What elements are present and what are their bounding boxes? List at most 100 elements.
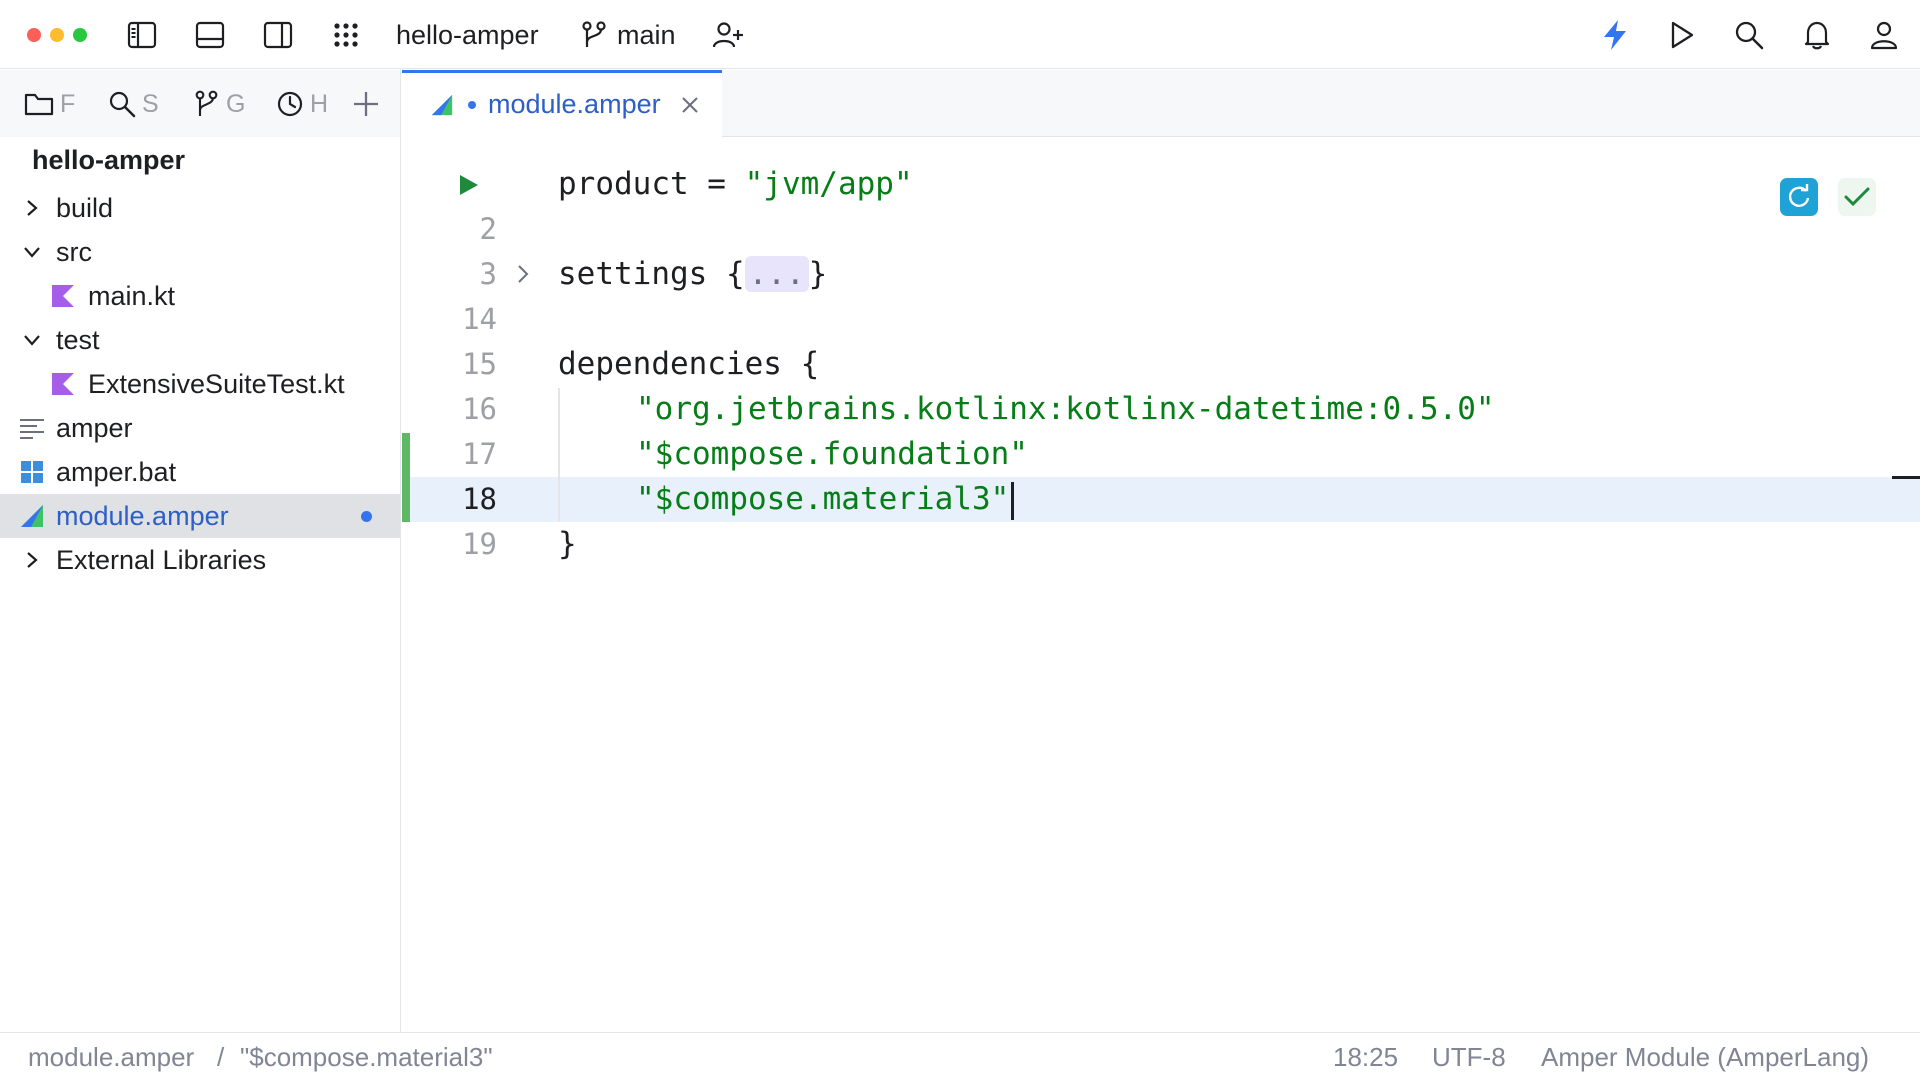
tree-item-label: External Libraries — [56, 544, 267, 575]
modified-dot-icon — [361, 511, 372, 522]
code-text: settings { — [558, 256, 745, 292]
code-line-18: "$compose.material3" — [636, 477, 1015, 521]
tree-item-amper[interactable]: amper — [0, 406, 400, 450]
code-text: } — [558, 526, 577, 562]
editor-tab-bar: module.amper — [402, 70, 1920, 138]
sidebar-tab-history-label: H — [310, 89, 329, 118]
breadcrumb-separator: / — [217, 1042, 225, 1072]
windows-icon — [19, 459, 45, 485]
scrollbar-marker — [1892, 476, 1920, 479]
clock-icon — [277, 91, 303, 117]
kotlin-file-icon — [50, 371, 76, 397]
breadcrumb-path[interactable]: "$compose.material3" — [240, 1041, 493, 1073]
git-branch-icon — [195, 90, 218, 116]
file-encoding[interactable]: UTF-8 — [1432, 1041, 1506, 1073]
code-string: "$compose.foundation" — [636, 436, 1028, 472]
tree-item-module-amper[interactable]: module.amper — [0, 494, 400, 538]
code-text: product = — [558, 166, 745, 202]
amper-icon — [430, 93, 454, 122]
minimize-window-button[interactable] — [50, 28, 64, 42]
right-panel-toggle-icon[interactable] — [258, 15, 298, 55]
chevron-right-icon[interactable] — [20, 196, 44, 220]
tab-module-amper[interactable]: module.amper — [402, 70, 722, 138]
notifications-bell-icon[interactable] — [1797, 15, 1837, 55]
current-line-highlight — [402, 477, 1920, 522]
reload-project-icon[interactable] — [1780, 178, 1818, 216]
modified-dot-icon — [468, 101, 476, 109]
run-icon[interactable] — [1662, 15, 1702, 55]
close-tab-icon[interactable] — [680, 95, 700, 120]
caret-position[interactable]: 18:25 — [1333, 1041, 1398, 1073]
project-name-button[interactable]: hello-amper — [396, 18, 539, 52]
main-menu-grid-icon[interactable] — [326, 15, 366, 55]
tree-item-build[interactable]: build — [0, 186, 400, 230]
sidebar-tabs: F S G H — [0, 70, 400, 137]
chevron-down-icon[interactable] — [20, 328, 44, 352]
tree-item-extensive-suite-test[interactable]: ExtensiveSuiteTest.kt — [0, 362, 400, 406]
fold-chevron-icon[interactable] — [516, 264, 530, 289]
kotlin-file-icon — [50, 283, 76, 309]
chevron-right-icon[interactable] — [20, 548, 44, 572]
folder-icon — [24, 93, 54, 116]
close-window-button[interactable] — [27, 28, 41, 42]
code-string: "$compose.material3" — [636, 481, 1010, 517]
search-icon[interactable] — [1729, 15, 1769, 55]
tree-item-external-libraries[interactable]: External Libraries — [0, 538, 400, 582]
indent-guide — [558, 388, 560, 521]
sidebar-tab-search-label: S — [142, 89, 159, 118]
tree-item-label: module.amper — [56, 500, 229, 531]
text-cursor — [1011, 481, 1015, 520]
user-account-icon[interactable] — [1864, 15, 1904, 55]
run-gutter-icon[interactable] — [458, 173, 480, 202]
tree-root[interactable]: hello-amper — [0, 138, 400, 182]
breadcrumb-file[interactable]: module.amper — [28, 1041, 194, 1073]
git-branch-icon — [574, 15, 614, 55]
line-number: 19 — [462, 527, 497, 561]
code-editor[interactable]: 2 3 14 15 16 17 18 19 product = "jvm/app… — [402, 138, 1920, 1032]
code-text: } — [808, 256, 828, 292]
code-text: dependencies { — [558, 346, 820, 382]
zoom-window-button[interactable] — [73, 28, 87, 42]
line-number: 16 — [462, 392, 497, 426]
code-line-16: "org.jetbrains.kotlinx:kotlinx-datetime:… — [636, 387, 1495, 431]
code-line-17: "$compose.foundation" — [636, 432, 1028, 476]
line-number: 14 — [462, 302, 497, 336]
add-tab-button[interactable] — [352, 84, 386, 124]
tree-item-test[interactable]: test — [0, 318, 400, 362]
sidebar-tab-history[interactable]: H — [276, 84, 332, 124]
add-user-icon[interactable] — [708, 15, 748, 55]
branch-selector[interactable]: main — [617, 18, 676, 52]
chevron-down-icon[interactable] — [20, 240, 44, 264]
line-number: 15 — [462, 347, 497, 381]
folded-region[interactable]: ... — [744, 256, 809, 292]
code-string: "org.jetbrains.kotlinx:kotlinx-datetime:… — [636, 391, 1495, 427]
line-number: 17 — [462, 437, 497, 471]
lightning-icon[interactable] — [1595, 15, 1635, 55]
tree-item-main-kt[interactable]: main.kt — [0, 274, 400, 318]
code-line-15: dependencies { — [558, 342, 819, 386]
code-line-19: } — [558, 522, 577, 566]
bottom-panel-toggle-icon[interactable] — [190, 15, 230, 55]
tree-item-label: amper — [56, 412, 133, 443]
code-string: "jvm/app" — [744, 166, 913, 202]
tree-item-label: amper.bat — [56, 456, 177, 487]
tree-item-label: test — [56, 324, 100, 355]
line-number: 3 — [479, 257, 497, 291]
sidebar-tab-git-label: G — [226, 89, 246, 118]
sidebar-tab-git[interactable]: G — [194, 84, 250, 124]
sidebar-tab-files[interactable]: F — [24, 84, 80, 124]
tree-item-label: src — [56, 236, 92, 267]
tree-item-label: ExtensiveSuiteTest.kt — [88, 368, 345, 399]
tree-root-label: hello-amper — [32, 144, 186, 175]
code-line-1: product = "jvm/app" — [558, 162, 913, 206]
amper-icon — [19, 503, 45, 529]
left-panel-toggle-icon[interactable] — [122, 15, 162, 55]
sidebar-tab-search[interactable]: S — [108, 84, 164, 124]
tree-item-amper-bat[interactable]: amper.bat — [0, 450, 400, 494]
tree-item-src[interactable]: src — [0, 230, 400, 274]
inspection-ok-icon[interactable] — [1838, 178, 1876, 216]
tree-item-label: build — [56, 192, 114, 223]
project-sidebar: F S G H hello-amper build src main.kt te… — [0, 70, 401, 1032]
file-type[interactable]: Amper Module (AmperLang) — [1541, 1041, 1869, 1073]
code-line-3: settings {...} — [558, 252, 827, 296]
